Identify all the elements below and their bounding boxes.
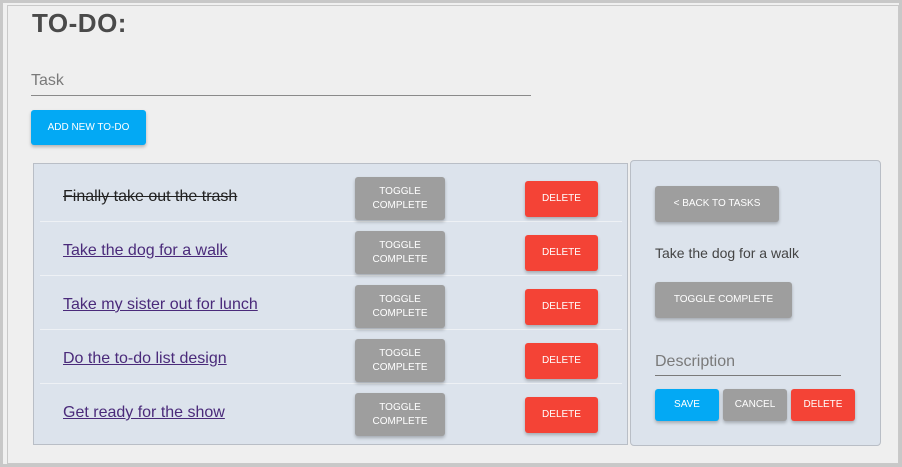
task-input[interactable] (31, 66, 531, 96)
list-item: Take my sister out for lunch TOGGLE COMP… (40, 276, 622, 330)
todo-list: Finally take out the trash TOGGLE COMPLE… (33, 163, 628, 445)
todo-link[interactable]: Take the dog for a walk (63, 242, 228, 260)
delete-button[interactable]: DELETE (525, 397, 598, 433)
delete-button[interactable]: DELETE (525, 343, 598, 379)
delete-button[interactable]: DELETE (525, 235, 598, 271)
back-to-tasks-button[interactable]: < BACK TO TASKS (655, 186, 779, 222)
add-todo-button[interactable]: ADD NEW TO-DO (31, 110, 146, 145)
page-title: TO-DO: (32, 8, 127, 38)
cancel-button[interactable]: CANCEL (723, 389, 787, 421)
description-input[interactable] (655, 348, 841, 376)
toggle-complete-button[interactable]: TOGGLE COMPLETE (355, 285, 445, 328)
delete-button[interactable]: DELETE (525, 181, 598, 217)
detail-task-title: Take the dog for a walk (655, 245, 799, 261)
todo-link[interactable]: Get ready for the show (63, 404, 225, 422)
toggle-complete-button[interactable]: TOGGLE COMPLETE (355, 177, 445, 220)
list-item: Do the to-do list design TOGGLE COMPLETE… (40, 330, 622, 384)
list-item: Finally take out the trash TOGGLE COMPLE… (40, 168, 622, 222)
detail-delete-button[interactable]: DELETE (791, 389, 855, 421)
toggle-complete-button[interactable]: TOGGLE COMPLETE (355, 393, 445, 436)
list-item: Get ready for the show TOGGLE COMPLETE D… (40, 384, 622, 438)
task-detail-panel: < BACK TO TASKS Take the dog for a walk … (630, 160, 881, 446)
todo-link[interactable]: Take my sister out for lunch (63, 296, 258, 314)
list-item: Take the dog for a walk TOGGLE COMPLETE … (40, 222, 622, 276)
delete-button[interactable]: DELETE (525, 289, 598, 325)
detail-toggle-complete-button[interactable]: TOGGLE COMPLETE (655, 282, 792, 318)
toggle-complete-button[interactable]: TOGGLE COMPLETE (355, 231, 445, 274)
todo-link[interactable]: Do the to-do list design (63, 350, 227, 368)
todo-link[interactable]: Finally take out the trash (63, 188, 237, 206)
save-button[interactable]: SAVE (655, 389, 719, 421)
toggle-complete-button[interactable]: TOGGLE COMPLETE (355, 339, 445, 382)
